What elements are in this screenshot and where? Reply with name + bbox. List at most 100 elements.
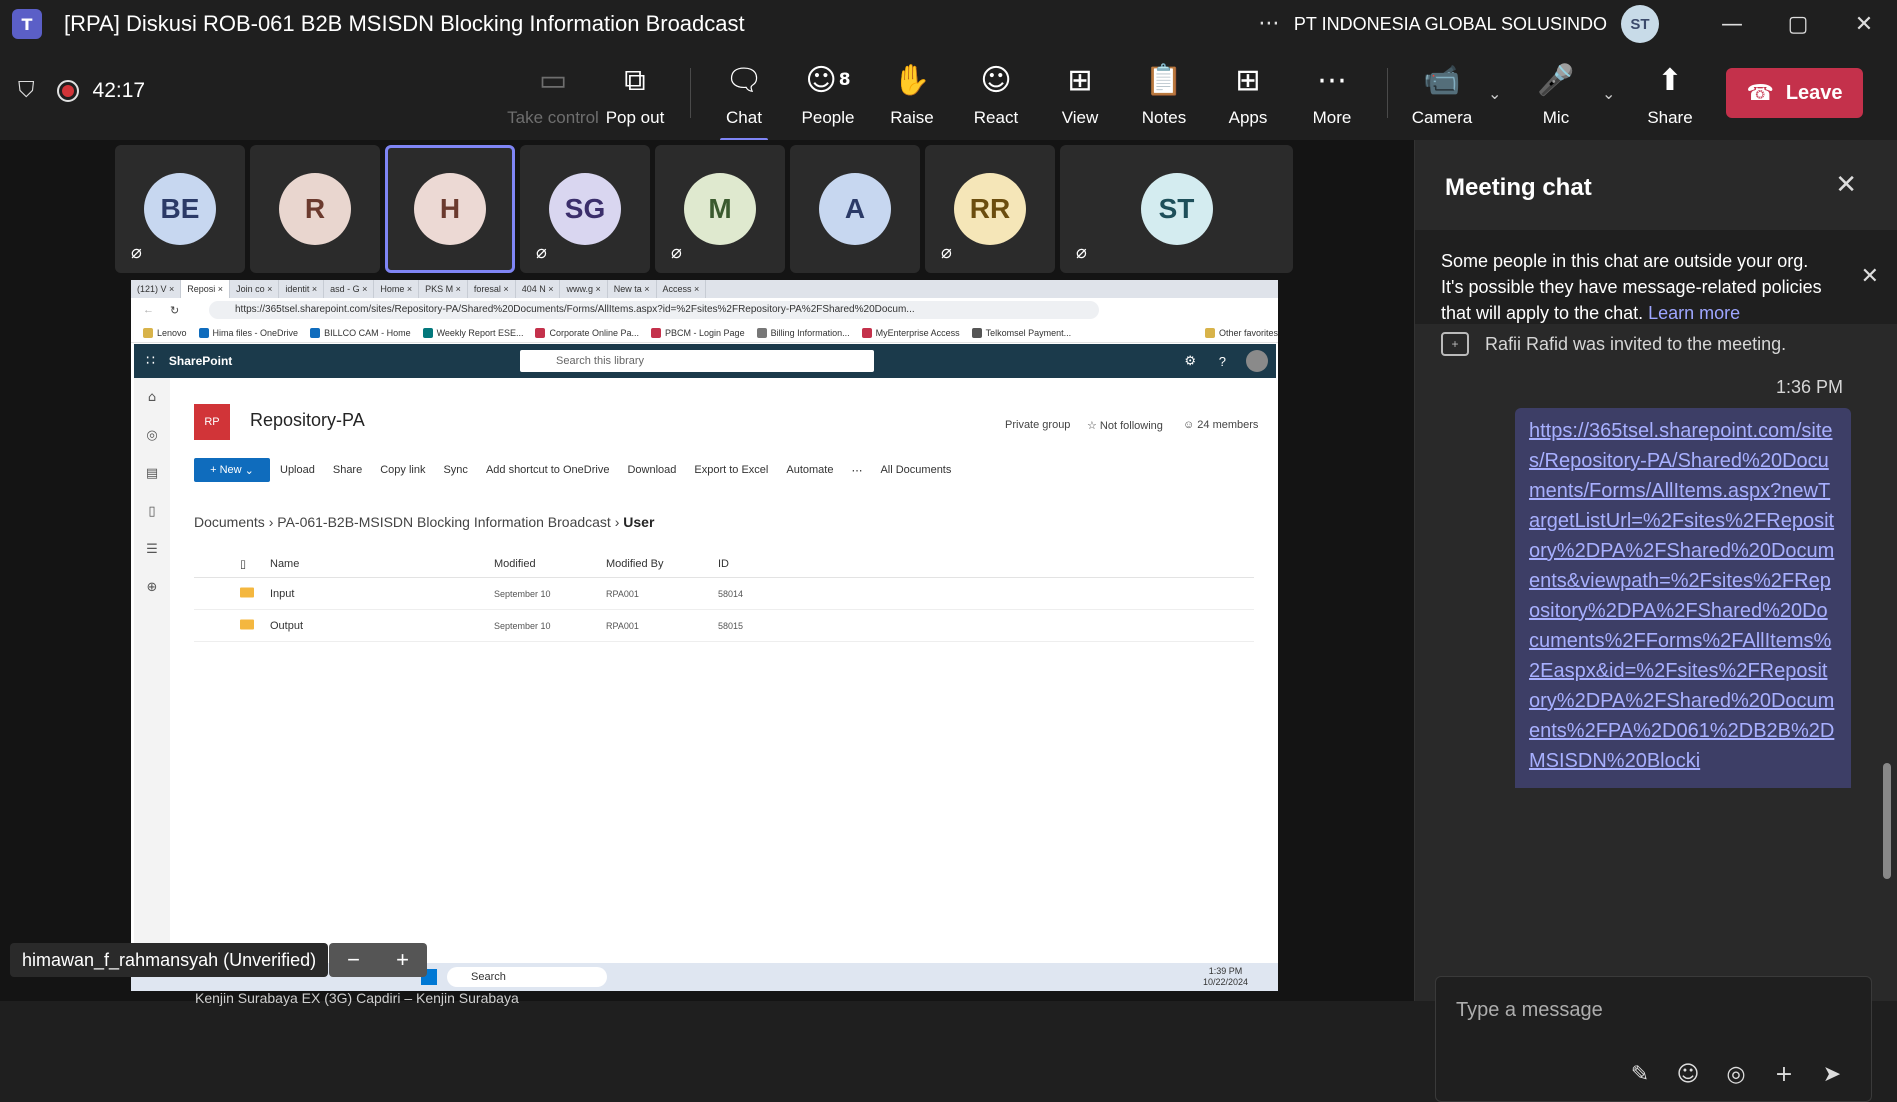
notes-button[interactable]: 📋 Notes xyxy=(1122,60,1206,140)
recording-icon xyxy=(56,79,79,102)
upload-command: Upload xyxy=(280,464,315,476)
message-input[interactable]: Type a message xyxy=(1456,999,1603,1022)
chat-button[interactable]: 🗨 Chat xyxy=(702,60,786,142)
address-bar: https://365tsel.sharepoint.com/sites/Rep… xyxy=(209,301,1099,319)
apps-button[interactable]: ⊞ Apps xyxy=(1206,60,1290,140)
avatar: RR xyxy=(954,173,1026,245)
org-name[interactable]: PT INDONESIA GLOBAL SOLUSINDO xyxy=(1294,14,1607,35)
raise-hand-button[interactable]: ✋ Raise xyxy=(870,60,954,140)
table-row: Output September 10 RPA001 58015 xyxy=(194,610,1254,642)
participant-tile[interactable]: R xyxy=(250,145,380,273)
mic-button[interactable]: 🎤 Mic xyxy=(1514,60,1598,140)
browser-tabs: (121) V × Reposi × Join co × identit × asd -… xyxy=(131,280,1278,298)
people-button[interactable]: ☺ 8 People xyxy=(786,60,870,140)
pop-out-icon: ⧉ xyxy=(624,62,646,98)
library-header: ▯ Name Modified Modified By ID xyxy=(194,550,1254,578)
overflow-icon: ⋯ xyxy=(851,464,863,477)
presenter-controls[interactable]: − + xyxy=(329,943,427,977)
col-modified: Modified xyxy=(494,557,536,570)
copy-link-command: Copy link xyxy=(380,464,426,476)
browser-tab: New ta × xyxy=(608,280,657,298)
camera-options-chevron-icon[interactable]: ⌄ xyxy=(1488,84,1501,103)
format-icon[interactable]: ✎ xyxy=(1616,1062,1664,1087)
pop-out-button[interactable]: ⧉ Pop out xyxy=(593,60,677,140)
notes-icon: 📋 xyxy=(1145,62,1183,98)
chat-message-link[interactable]: https://365tsel.sharepoint.com/sites/Rep… xyxy=(1515,408,1851,788)
participant-tile[interactable]: H xyxy=(385,145,515,273)
toolbar-divider xyxy=(1387,68,1388,118)
settings-icon: ⚙ xyxy=(1184,353,1196,368)
hand-icon: ✋ xyxy=(893,62,931,98)
ellipsis-icon: ⋯ xyxy=(1317,62,1347,98)
minus-icon[interactable]: − xyxy=(347,947,360,973)
react-button[interactable]: ☺ React xyxy=(954,60,1038,140)
add-app-icon: ⊞ xyxy=(1235,62,1261,98)
browser-tab: (121) V × xyxy=(131,280,182,298)
mic-options-chevron-icon[interactable]: ⌄ xyxy=(1602,84,1615,103)
table-row: Input September 10 RPA001 58014 xyxy=(194,578,1254,610)
calendar-icon: + xyxy=(1441,332,1469,356)
loop-icon[interactable]: ◎ xyxy=(1712,1062,1760,1087)
favorite-link: Telkomsel Payment... xyxy=(971,327,1071,338)
camera-button[interactable]: 📹 Camera xyxy=(1400,60,1484,140)
share-command: Share xyxy=(332,464,363,476)
avatar: SG xyxy=(549,173,621,245)
learn-more-link[interactable]: Learn more xyxy=(1648,303,1740,323)
attach-plus-icon[interactable]: + xyxy=(1760,1062,1808,1087)
browser-tab: foresal × xyxy=(468,280,516,298)
more-button[interactable]: ⋯ More xyxy=(1290,60,1374,140)
participant-tile[interactable]: RR ⌀ xyxy=(925,145,1055,273)
mic-muted-icon: ⌀ xyxy=(536,242,547,263)
folder-icon xyxy=(240,587,254,600)
external-org-banner: Some people in this chat are outside you… xyxy=(1415,230,1897,324)
refresh-icon: ↻ xyxy=(170,304,180,317)
col-id: ID xyxy=(718,557,729,570)
chat-scrollbar[interactable] xyxy=(1883,763,1891,879)
favorite-link: Billing Information... xyxy=(756,327,850,338)
shared-screen: (121) V × Reposi × Join co × identit × asd -… xyxy=(131,280,1278,991)
mic-muted-icon: ⌀ xyxy=(941,242,952,263)
shield-icon: ⛉ xyxy=(18,78,35,103)
library-search: Search this library xyxy=(520,350,874,372)
plus-icon[interactable]: + xyxy=(396,947,409,973)
share-button[interactable]: ⬆ Share xyxy=(1628,60,1712,140)
emoji-icon[interactable]: ☺ xyxy=(1664,1062,1712,1087)
home-icon: ⌂ xyxy=(147,389,157,405)
folder-icon xyxy=(240,619,254,632)
take-control-icon: ▭ xyxy=(538,62,568,98)
automate-command: Automate xyxy=(786,464,834,476)
breadcrumb: Documents › PA-061-B2B-MSISDN Blocking I… xyxy=(194,514,655,530)
participant-tile[interactable]: SG ⌀ xyxy=(520,145,650,273)
minimize-button[interactable]: — xyxy=(1699,0,1765,48)
close-chat-icon[interactable]: ✕ xyxy=(1835,170,1857,200)
more-options-icon[interactable]: ··· xyxy=(1244,0,1294,48)
new-button: + New ⌄ xyxy=(194,458,270,482)
participant-tile[interactable]: M ⌀ xyxy=(655,145,785,273)
maximize-button[interactable]: ▢ xyxy=(1765,0,1831,48)
col-name: Name xyxy=(270,557,300,570)
avatar: R xyxy=(279,173,351,245)
dismiss-banner-icon[interactable]: ✕ xyxy=(1861,264,1879,289)
take-control-button[interactable]: ▭ Take control xyxy=(499,60,607,140)
participant-tile[interactable]: ST ⌀ xyxy=(1060,145,1293,273)
view-selector: All Documents xyxy=(880,464,952,476)
list-icon: ☰ xyxy=(146,541,158,557)
message-timestamp: 1:36 PM xyxy=(1775,377,1843,397)
participant-tile[interactable]: A xyxy=(790,145,920,273)
browser-tab: www.g × xyxy=(560,280,608,298)
send-icon[interactable]: ➤ xyxy=(1808,1062,1856,1087)
command-bar: + New ⌄ Upload Share Copy link Sync Add … xyxy=(194,457,1254,483)
message-composer[interactable]: Type a message ✎ ☺ ◎ + ➤ xyxy=(1435,976,1872,1102)
user-avatar[interactable]: ST xyxy=(1621,5,1659,43)
favorite-link: BILLCO CAM - Home xyxy=(310,327,411,338)
participant-tile[interactable]: BE ⌀ xyxy=(115,145,245,273)
browser-tab: Join co × xyxy=(230,280,280,298)
teams-logo-icon: T xyxy=(12,9,42,39)
leave-button[interactable]: ☎ Leave xyxy=(1726,68,1863,118)
close-window-button[interactable]: ✕ xyxy=(1831,0,1897,48)
sharepoint-label: SharePoint xyxy=(168,354,233,368)
sync-command: Sync xyxy=(443,464,468,476)
view-button[interactable]: ⊞ View xyxy=(1038,60,1122,140)
chat-title: Meeting chat xyxy=(1445,174,1592,201)
export-command: Export to Excel xyxy=(694,464,769,476)
